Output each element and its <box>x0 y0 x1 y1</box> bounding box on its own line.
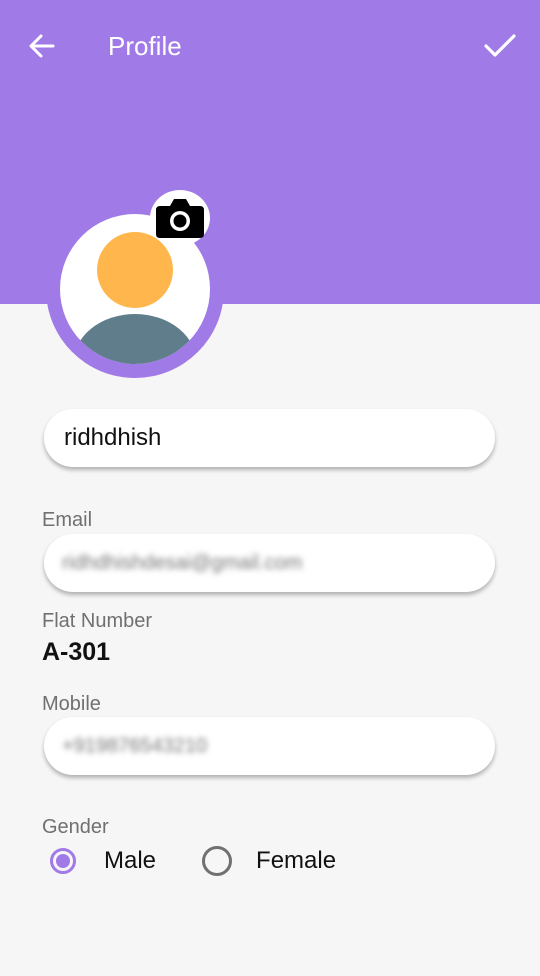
email-value: ridhdhishdesai@gmail.com <box>62 551 303 574</box>
camera-icon <box>156 199 204 238</box>
radio-selected-dot <box>56 854 70 868</box>
change-photo-button[interactable] <box>150 190 210 246</box>
name-input[interactable] <box>62 423 477 453</box>
save-button[interactable] <box>478 26 522 66</box>
mobile-value: +919876543210 <box>62 734 208 757</box>
email-label: Email <box>42 509 93 531</box>
gender-label: Gender <box>42 816 109 838</box>
page-title: Profile <box>108 31 182 61</box>
female-label: Female <box>256 847 337 874</box>
check-icon <box>484 34 516 57</box>
gender-radio-group: Male Female <box>50 846 336 876</box>
male-label: Male <box>104 847 157 874</box>
female-radio[interactable] <box>202 846 233 876</box>
flat-number-label: Flat Number <box>42 610 153 632</box>
gender-option-female[interactable]: Female <box>202 846 336 876</box>
name-field[interactable] <box>44 409 495 467</box>
flat-number-value: A-301 <box>42 638 111 666</box>
gender-option-male[interactable]: Male <box>50 847 156 875</box>
mobile-label: Mobile <box>42 693 101 715</box>
arrow-back-icon <box>29 34 55 58</box>
male-radio[interactable] <box>50 848 76 874</box>
email-field[interactable]: ridhdhishdesai@gmail.com <box>44 534 495 592</box>
back-button[interactable] <box>22 28 62 64</box>
mobile-field[interactable]: +919876543210 <box>44 717 495 775</box>
